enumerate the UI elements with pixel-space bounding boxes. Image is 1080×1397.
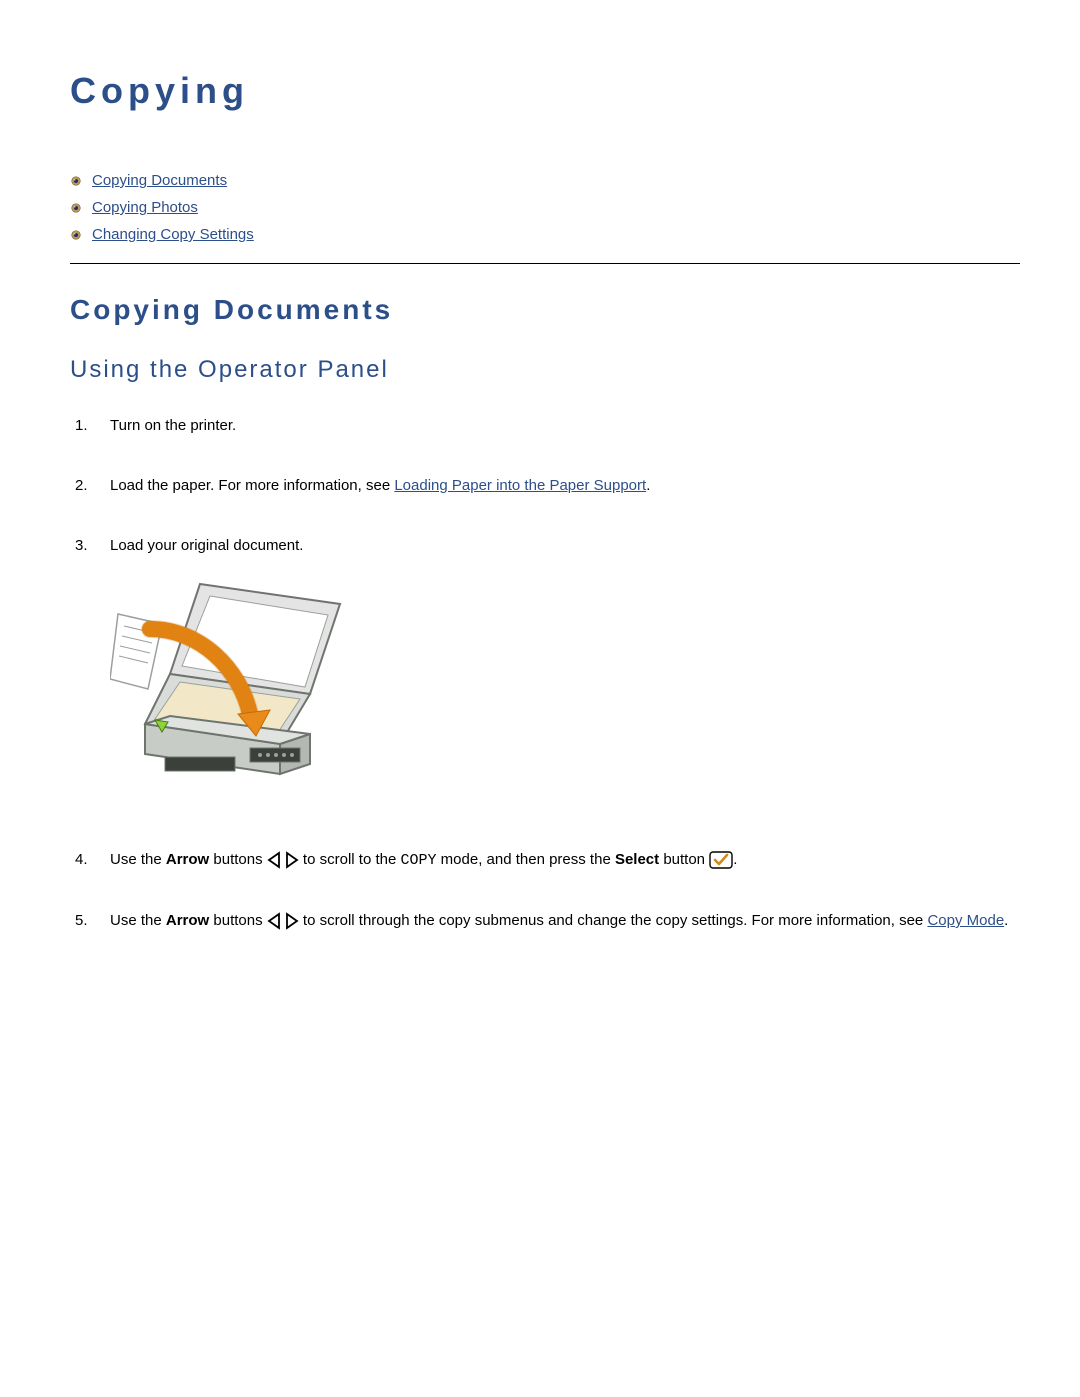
page-title: Copying [70, 70, 1020, 112]
step-text: button [659, 851, 709, 868]
toc-item: Copying Photos [70, 199, 1020, 216]
step-text: buttons [209, 851, 267, 868]
step-text: . [1004, 912, 1008, 929]
link-copy-mode[interactable]: Copy Mode [927, 912, 1004, 929]
printer-load-document-illustration [110, 574, 1020, 812]
arrow-label: Arrow [166, 851, 209, 868]
step-text: . [646, 477, 650, 494]
step-text: Turn on the printer. [110, 417, 236, 434]
step-text: Load your original document. [110, 537, 303, 554]
select-label: Select [615, 851, 659, 868]
copy-mode-label: COPY [400, 852, 436, 869]
step-text: . [733, 851, 737, 868]
select-button-icon [709, 848, 733, 872]
bullet-icon [70, 175, 82, 187]
step-text: to scroll to the [299, 851, 401, 868]
step-item: Turn on the printer. [70, 414, 1020, 438]
section-heading-copying-documents: Copying Documents [70, 294, 1020, 326]
document-page: Copying Copying Documents Copying Photos… [0, 0, 1080, 1029]
step-text: Use the [110, 851, 166, 868]
toc-item: Changing Copy Settings [70, 226, 1020, 243]
arrow-buttons-icon [267, 909, 299, 933]
arrow-label: Arrow [166, 912, 209, 929]
step-item: Use the Arrow buttons to scroll through … [70, 909, 1020, 933]
step-text: to scroll through the copy submenus and … [299, 912, 928, 929]
bullet-icon [70, 202, 82, 214]
step-text: buttons [209, 912, 267, 929]
sub-heading-operator-panel: Using the Operator Panel [70, 356, 1020, 384]
table-of-contents: Copying Documents Copying Photos Changin… [70, 172, 1020, 243]
bullet-icon [70, 229, 82, 241]
toc-link-copying-documents[interactable]: Copying Documents [92, 172, 227, 189]
step-text: Load the paper. For more information, se… [110, 477, 394, 494]
link-loading-paper[interactable]: Loading Paper into the Paper Support [394, 477, 646, 494]
step-text: Use the [110, 912, 166, 929]
arrow-buttons-icon [267, 848, 299, 872]
toc-link-copying-photos[interactable]: Copying Photos [92, 199, 198, 216]
toc-item: Copying Documents [70, 172, 1020, 189]
step-text: mode, and then press the [437, 851, 615, 868]
section-divider [70, 263, 1020, 264]
step-item: Load your original document. [70, 534, 1020, 812]
toc-link-changing-copy-settings[interactable]: Changing Copy Settings [92, 226, 254, 243]
step-item: Use the Arrow buttons to scroll to the C… [70, 848, 1020, 873]
steps-list: Turn on the printer. Load the paper. For… [70, 414, 1020, 933]
step-item: Load the paper. For more information, se… [70, 474, 1020, 498]
